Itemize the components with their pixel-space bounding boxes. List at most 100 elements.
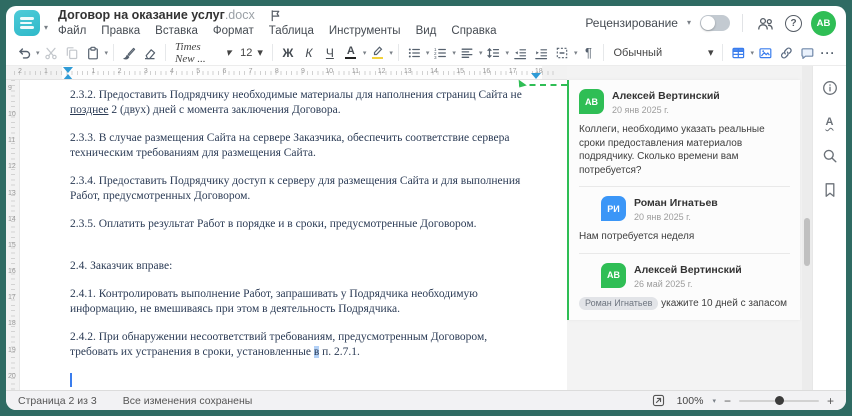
spellcheck-icon[interactable]: А: [820, 113, 840, 131]
zoom-slider-thumb[interactable]: [774, 396, 784, 405]
vertical-ruler[interactable]: 9 10 11 12 13 14 15 16 17 18 19 20: [6, 80, 20, 390]
paragraph: 2.3.4. Предоставить Подрядчику доступ к …: [70, 175, 521, 202]
zoom-caret-icon[interactable]: ▾: [712, 397, 716, 405]
table-caret-icon[interactable]: ▾: [750, 49, 754, 57]
comments-scrollbar[interactable]: [802, 66, 812, 390]
ruler-number: 15: [8, 241, 16, 249]
increase-indent-button[interactable]: [531, 42, 551, 63]
comment[interactable]: АВ Алексей Вертинский 20 янв 2025 г. Кол…: [579, 89, 790, 177]
review-mode-label[interactable]: Рецензирование: [585, 16, 678, 30]
scrollbar-thumb[interactable]: [804, 218, 810, 266]
align-caret-icon[interactable]: ▾: [479, 49, 483, 57]
undo-caret-icon[interactable]: ▾: [36, 49, 40, 57]
menu-help[interactable]: Справка: [451, 25, 496, 37]
flag-icon[interactable]: [269, 9, 282, 22]
insert-image-button[interactable]: [755, 42, 775, 63]
ruler-number: 12: [8, 163, 16, 171]
align-left-button[interactable]: [457, 42, 477, 63]
line-spacing-button[interactable]: [483, 42, 503, 63]
clear-style-button[interactable]: [140, 42, 160, 63]
app-logo-icon[interactable]: [14, 10, 40, 36]
insert-comment-button[interactable]: [797, 42, 817, 63]
menu-insert[interactable]: Вставка: [155, 25, 198, 37]
comment-reply[interactable]: РИ Роман Игнатьев 20 янв 2025 г. Нам пот…: [579, 196, 790, 244]
ruler-number: 2: [18, 68, 22, 75]
cut-button[interactable]: [41, 42, 61, 63]
paragraph: 2.3.3. В случае размещения Сайта на серв…: [70, 132, 510, 159]
document-info-icon[interactable]: [820, 79, 840, 97]
paragraph: 2.3.2. Предоставить Подрядчику необходим…: [70, 89, 522, 116]
menu-table[interactable]: Таблица: [269, 25, 314, 37]
paragraph-style-value: Обычный: [613, 46, 663, 59]
more-tools-button[interactable]: ···: [818, 42, 838, 63]
paragraph-borders-button[interactable]: [552, 42, 572, 63]
paragraph: 2.4.2. При обнаружении несоответствий тр…: [70, 331, 488, 358]
font-color-button[interactable]: А: [341, 42, 361, 63]
font-color-caret-icon[interactable]: ▾: [363, 49, 367, 57]
ruler-number: 17: [8, 294, 16, 302]
bullet-list-button[interactable]: [404, 42, 424, 63]
zoom-in-button[interactable]: +: [827, 394, 834, 408]
comment-author: Роман Игнатьев: [634, 197, 718, 209]
copy-button[interactable]: [62, 42, 82, 63]
comment-thread[interactable]: АВ Алексей Вертинский 20 янв 2025 г. Кол…: [567, 80, 800, 320]
zoom-value[interactable]: 100%: [677, 395, 704, 407]
line-spacing-caret-icon[interactable]: ▾: [505, 49, 509, 57]
content-area: 2 1 1 2 3 4 5 6 7 8 9 10 11 12 13 14 15 16 17 18 9 10 11 12 13 1…: [6, 66, 846, 390]
paragraph-style-select[interactable]: Обычный ▾: [609, 42, 717, 63]
menu-file[interactable]: Файл: [58, 25, 86, 37]
insert-link-button[interactable]: [776, 42, 796, 63]
font-size-caret-icon: ▾: [257, 47, 263, 59]
comment-text: Роман Игнатьев укажите 10 дней с запасом: [579, 296, 790, 311]
title-block: Договор на оказание услуг .docx Файл Пра…: [58, 7, 497, 39]
track-changes-toggle[interactable]: [700, 15, 730, 31]
decrease-indent-button[interactable]: [510, 42, 530, 63]
ruler-number: 10: [325, 68, 334, 75]
first-line-indent-marker[interactable]: [63, 67, 73, 73]
menu-tools[interactable]: Инструменты: [329, 25, 401, 37]
format-painter-button[interactable]: [119, 42, 139, 63]
comment-text: Нам потребуется неделя: [579, 231, 695, 242]
insert-table-button[interactable]: [728, 42, 748, 63]
mention-chip[interactable]: Роман Игнатьев: [579, 296, 659, 310]
ruler-number: 6: [222, 68, 227, 75]
highlight-button[interactable]: [367, 42, 387, 63]
text-cursor: [70, 373, 72, 387]
italic-button[interactable]: К: [299, 42, 319, 63]
document-page[interactable]: 2.3.2. Предоставить Подрядчику необходим…: [20, 80, 567, 390]
menu-edit[interactable]: Правка: [101, 25, 140, 37]
undo-button[interactable]: [14, 42, 34, 63]
comment-reply[interactable]: АВ Алексей Вертинский 26 май 2025 г. Ром…: [579, 262, 790, 311]
zoom-slider[interactable]: [738, 396, 819, 405]
numbered-list-caret-icon[interactable]: ▾: [452, 49, 456, 57]
bold-button[interactable]: Ж: [278, 42, 298, 63]
numbered-list-button[interactable]: 123: [430, 42, 450, 63]
document-title: Договор на оказание услуг: [58, 8, 225, 22]
font-family-select[interactable]: Times New ... ▾: [171, 41, 235, 65]
bullet-list-caret-icon[interactable]: ▾: [426, 49, 430, 57]
ruler-number: 18: [8, 320, 16, 328]
user-avatar[interactable]: АВ: [811, 10, 836, 36]
page-indicator[interactable]: Страница 2 из 3: [18, 395, 97, 407]
menu-format[interactable]: Формат: [213, 25, 254, 37]
ruler-number: 18: [534, 68, 543, 75]
fit-width-icon[interactable]: [649, 390, 669, 410]
zoom-out-button[interactable]: −: [724, 394, 731, 408]
comment-date: 20 янв 2025 г.: [612, 105, 669, 115]
highlight-caret-icon[interactable]: ▾: [389, 49, 393, 57]
paste-caret-icon[interactable]: ▾: [105, 49, 109, 57]
comment-author: Алексей Вертинский: [634, 263, 742, 276]
bookmark-icon[interactable]: [820, 181, 840, 199]
help-icon[interactable]: ?: [785, 14, 802, 32]
menu-view[interactable]: Вид: [416, 25, 437, 37]
font-size-select[interactable]: 12 ▾: [236, 42, 267, 63]
paragraph-mark-button[interactable]: ¶: [578, 42, 598, 63]
underline-button[interactable]: Ч: [320, 42, 340, 63]
collaboration-icon[interactable]: [755, 13, 776, 34]
review-caret-icon[interactable]: ▾: [687, 19, 691, 27]
paste-button[interactable]: [83, 42, 103, 63]
search-icon[interactable]: [820, 147, 840, 165]
borders-caret-icon[interactable]: ▾: [574, 49, 578, 57]
app-menu-caret-icon[interactable]: ▾: [44, 24, 48, 32]
horizontal-ruler[interactable]: 2 1 1 2 3 4 5 6 7 8 9 10 11 12 13 14 15 16 17 18: [6, 66, 567, 80]
